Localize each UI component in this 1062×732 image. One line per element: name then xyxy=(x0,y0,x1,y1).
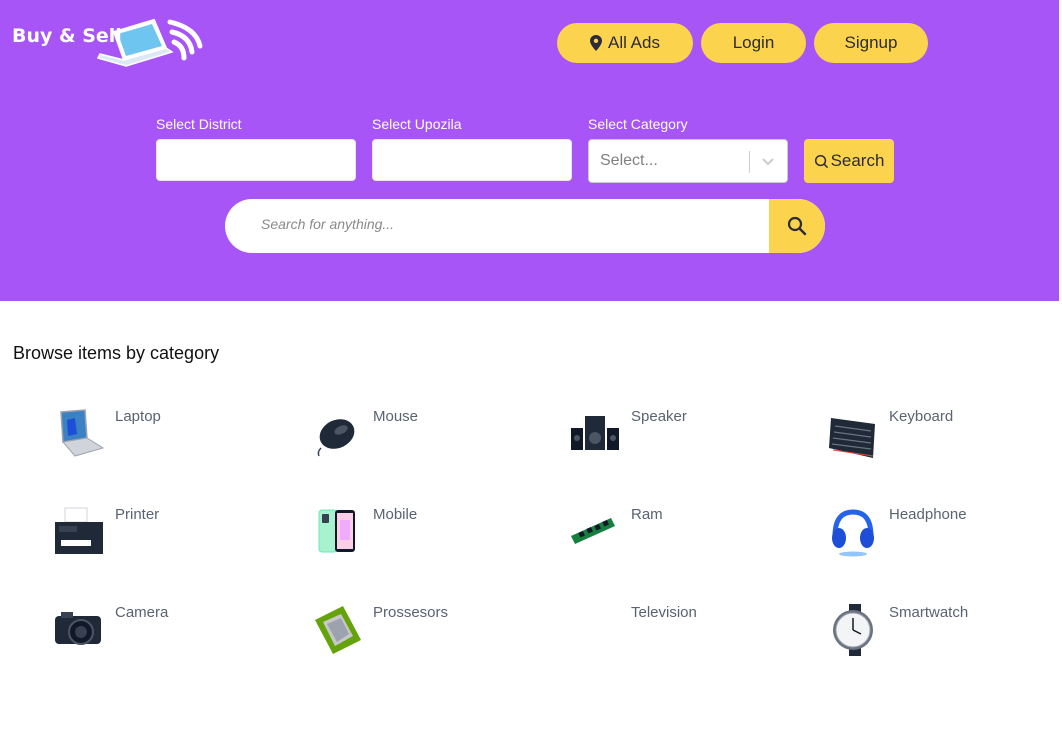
upozila-label: Select Upozila xyxy=(372,116,462,132)
filter-search-label: Search xyxy=(830,151,885,170)
category-label: Laptop xyxy=(115,408,161,425)
search-icon xyxy=(787,216,807,236)
select-separator xyxy=(749,151,750,173)
chevron-down-icon[interactable] xyxy=(761,154,775,168)
headphone-icon xyxy=(832,509,874,557)
category-mobile[interactable]: Mobile xyxy=(311,506,551,566)
category-label: Select Category xyxy=(588,116,688,132)
category-select[interactable]: Select... xyxy=(588,139,788,183)
district-label: Select District xyxy=(156,116,242,132)
category-prossesors[interactable]: Prossesors xyxy=(311,604,551,664)
category-select-placeholder: Select... xyxy=(600,152,658,169)
all-ads-button[interactable]: All Ads xyxy=(557,23,693,63)
logo-text: Buy & Sell xyxy=(12,25,122,47)
category-label: Smartwatch xyxy=(889,604,969,621)
login-button[interactable]: Login xyxy=(701,23,806,63)
category-label: Mouse xyxy=(373,408,419,425)
category-label: Mobile xyxy=(373,506,418,523)
mouse-icon xyxy=(317,419,355,457)
category-smartwatch[interactable]: Smartwatch xyxy=(827,604,1062,664)
camera-icon xyxy=(55,612,101,645)
all-ads-label: All Ads xyxy=(608,33,660,52)
signup-button[interactable]: Signup xyxy=(814,23,928,63)
category-label: Speaker xyxy=(631,408,687,425)
printer-icon xyxy=(55,507,103,554)
category-label: Ram xyxy=(631,506,663,523)
category-label: Printer xyxy=(115,506,160,523)
processor-icon xyxy=(315,606,361,654)
global-search-input[interactable]: Search for anything... xyxy=(261,216,394,232)
category-printer[interactable]: Printer xyxy=(53,506,293,566)
category-headphone[interactable]: Headphone xyxy=(827,506,1062,566)
category-camera[interactable]: Camera xyxy=(53,604,293,664)
site-logo[interactable]: Buy & Sell xyxy=(12,16,208,70)
hero-header: Buy & Sell All Ads Login Signup Select D… xyxy=(0,0,1059,301)
category-label: Camera xyxy=(115,604,169,621)
television-thumbnail-blank xyxy=(569,604,621,656)
district-input[interactable] xyxy=(156,139,356,181)
category-label: Television xyxy=(631,604,697,621)
global-search-bar: Search for anything... xyxy=(225,199,825,253)
category-label: Keyboard xyxy=(889,408,954,425)
smartwatch-icon xyxy=(833,604,873,656)
signup-label: Signup xyxy=(844,33,898,52)
category-laptop[interactable]: Laptop xyxy=(53,408,293,468)
speaker-icon xyxy=(571,416,619,450)
ram-icon xyxy=(571,518,615,544)
category-keyboard[interactable]: Keyboard xyxy=(827,408,1062,468)
global-search-button[interactable] xyxy=(769,199,825,253)
upozila-input[interactable] xyxy=(372,139,572,181)
search-icon xyxy=(814,154,828,168)
login-label: Login xyxy=(732,33,775,52)
filter-search-button[interactable]: Search xyxy=(804,139,894,183)
browse-categories-title: Browse items by category xyxy=(13,343,220,363)
category-ram[interactable]: Ram xyxy=(569,506,809,566)
mobile-icon xyxy=(318,509,355,553)
keyboard-icon xyxy=(829,418,875,458)
category-speaker[interactable]: Speaker xyxy=(569,408,809,468)
category-mouse[interactable]: Mouse xyxy=(311,408,551,468)
laptop-icon xyxy=(60,409,105,457)
map-pin-icon xyxy=(590,35,602,51)
category-label: Prossesors xyxy=(373,604,449,621)
category-television[interactable]: Television xyxy=(569,604,809,664)
category-label: Headphone xyxy=(889,506,967,523)
